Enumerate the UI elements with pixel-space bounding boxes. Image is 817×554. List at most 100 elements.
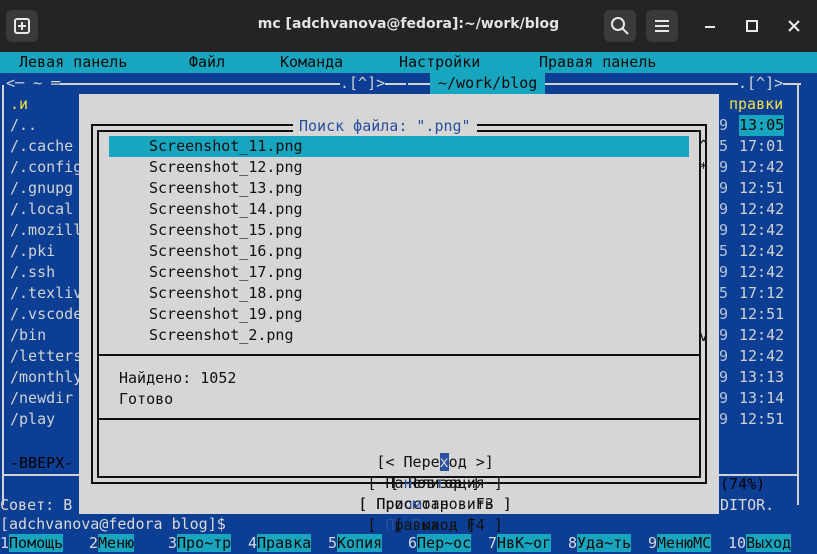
dialog-buttons-row1: [< Переход >] [ Повтор ] [ Приостановить… [79, 431, 719, 534]
terminal-window: mc [adchvanova@fedora]:~/work/blog Левая… [0, 0, 817, 554]
right-panel-time[interactable]: 12:42 [739, 220, 784, 241]
fkey-label: Про~тр [177, 534, 232, 552]
found-file-item[interactable]: Screenshot_16.png [149, 241, 303, 262]
right-panel-size-digit: 9 [719, 326, 729, 344]
view-button[interactable]: [ Просмотр - F3 ] [358, 495, 512, 513]
panelize-button[interactable]: [ Панелизация ] [367, 474, 502, 492]
midnight-commander: Левая панель Файл Команда Настройки Прав… [0, 52, 817, 554]
left-panel-item[interactable]: /.vscode [10, 304, 82, 325]
right-panel-time[interactable]: 17:12 [739, 283, 784, 304]
left-panel-item[interactable]: /monthly [10, 367, 82, 388]
fkey-1[interactable]: 1Помощь [0, 533, 64, 554]
minimize-button[interactable] [694, 10, 726, 42]
menu-settings[interactable]: Настройки [399, 52, 480, 73]
right-panel-time[interactable]: 12:42 [739, 262, 784, 283]
right-panel-time[interactable]: 12:51 [739, 178, 784, 199]
shell-prompt[interactable]: [adchvanova@fedora blog]$ [0, 514, 226, 535]
fkey-8[interactable]: 8Уда~ть [568, 533, 632, 554]
right-panel-size-digit: 9 [719, 116, 729, 134]
right-panel-path[interactable]: ~/work/blog [430, 73, 546, 94]
found-file-item[interactable]: Screenshot_15.png [149, 220, 303, 241]
fkey-3[interactable]: 3Про~тр [168, 533, 232, 554]
edit-button[interactable]: [ Правка - F4 ] [367, 516, 502, 534]
fkey-7[interactable]: 7НвК~ог [488, 533, 552, 554]
close-button[interactable] [778, 10, 810, 42]
right-panel-time[interactable]: 12:42 [739, 157, 784, 178]
right-panel-time[interactable]: 17:01 [739, 136, 784, 157]
window-titlebar: mc [adchvanova@fedora]:~/work/blog [0, 0, 817, 52]
left-column-header: .и [10, 95, 29, 113]
dialog-divider-2 [97, 418, 701, 420]
hint-right: DITOR. [720, 496, 775, 514]
found-file-item[interactable]: Screenshot_17.png [149, 262, 303, 283]
left-panel-history[interactable]: <─ ~ ═ [6, 73, 61, 94]
left-panel-item[interactable]: /bin [10, 325, 46, 346]
right-panel-time[interactable]: 12:51 [739, 409, 784, 430]
found-file-item[interactable]: Screenshot_13.png [149, 178, 303, 199]
fkey-2[interactable]: 2Меню [89, 533, 135, 554]
left-panel-item[interactable]: /letters [10, 346, 82, 367]
fkey-number: 10 [728, 534, 747, 552]
right-panel-controls[interactable]: .[^]> [738, 73, 784, 94]
fkey-label: Правка [257, 534, 312, 552]
scroll-position-mark[interactable]: * [699, 158, 708, 179]
left-panel-item[interactable]: /.pki [10, 241, 55, 262]
maximize-icon [746, 20, 758, 32]
scroll-down-arrow[interactable]: v [699, 326, 708, 347]
fkey-9[interactable]: 9МенюMC [648, 533, 712, 554]
fkey-4[interactable]: 4Правка [248, 533, 312, 554]
search-button[interactable] [604, 10, 636, 42]
right-panel-size-digit: 9 [719, 158, 729, 176]
right-panel-time[interactable]: 12:42 [739, 241, 784, 262]
left-panel-item[interactable]: /.gnupg [10, 178, 73, 199]
right-panel-time[interactable]: 12:42 [739, 199, 784, 220]
menu-command[interactable]: Команда [280, 52, 343, 73]
found-file-selected[interactable]: Screenshot_11.png [109, 136, 689, 157]
maximize-button[interactable] [736, 10, 768, 42]
fkey-number: 2 [89, 534, 99, 552]
minimize-icon [705, 26, 715, 28]
right-panel-size-digit: 5 [719, 137, 729, 155]
left-panel-item[interactable]: /newdir [10, 388, 73, 409]
right-panel-size-digit: 9 [719, 179, 729, 197]
menu-file[interactable]: Файл [189, 52, 225, 73]
found-file-item[interactable]: Screenshot_19.png [149, 304, 303, 325]
left-panel-item[interactable]: /.ssh [10, 262, 55, 283]
left-panel-item[interactable]: /.. [10, 115, 37, 136]
right-panel-selected-time[interactable]: 13:05 [739, 115, 785, 136]
left-panel-item[interactable]: /.cache [10, 136, 73, 157]
right-panel-time[interactable]: 13:14 [739, 388, 784, 409]
fkey-number: 7 [488, 534, 498, 552]
right-panel-time[interactable]: 12:42 [739, 346, 784, 367]
mc-menubar: Левая панель Файл Команда Настройки Прав… [0, 52, 817, 73]
fkey-number: 1 [0, 534, 10, 552]
hamburger-icon [655, 20, 669, 32]
right-panel-size-digit: 5 [719, 284, 729, 302]
dialog-buttons-row2: [ Панелизация ] [ Просмотр - F3 ] [ Прав… [79, 452, 719, 534]
fkey-label: Меню [98, 534, 135, 552]
right-panel-time[interactable]: 12:51 [739, 304, 784, 325]
fkey-label: НвК~ог [497, 534, 552, 552]
right-panel-time[interactable]: 12:42 [739, 325, 784, 346]
menu-button[interactable] [646, 10, 678, 42]
left-panel-status: -ВВЕРХ- [10, 454, 74, 472]
left-panel-item[interactable]: /play [10, 409, 55, 430]
left-panel-item[interactable]: /.config [10, 157, 82, 178]
right-panel-size-digit: 9 [719, 263, 729, 281]
menu-right-panel[interactable]: Правая панель [539, 52, 656, 73]
left-panel-border [2, 85, 4, 505]
found-file-item[interactable]: Screenshot_18.png [149, 283, 303, 304]
right-panel-size-digit: 9 [719, 200, 729, 218]
right-panel-size-digit: 9 [719, 221, 729, 239]
found-file-item[interactable]: Screenshot_14.png [149, 199, 303, 220]
fkey-number: 9 [648, 534, 658, 552]
menu-left-panel[interactable]: Левая панель [19, 52, 127, 73]
left-panel-controls[interactable]: .[^]> [340, 73, 386, 94]
found-file-item[interactable]: Screenshot_12.png [149, 157, 303, 178]
scroll-up-arrow[interactable]: ^ [699, 136, 708, 157]
fkey-10[interactable]: 10Выход [728, 533, 792, 554]
found-file-item[interactable]: Screenshot_2.png [149, 325, 294, 346]
search-status: Готово [119, 390, 174, 408]
right-panel-time[interactable]: 13:13 [739, 367, 784, 388]
left-panel-item[interactable]: /.local [10, 199, 73, 220]
